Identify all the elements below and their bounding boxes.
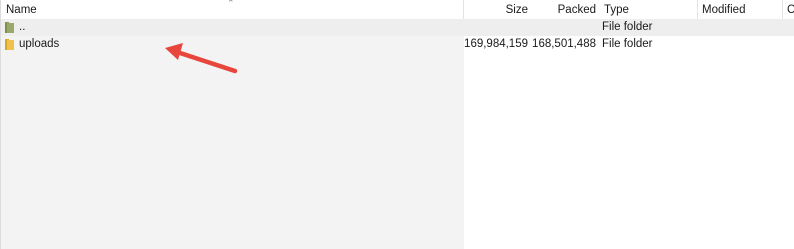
row-packed-cell: 168,501,488 (532, 38, 596, 50)
row-name-cell: uploads (5, 36, 460, 53)
column-header-bar: Name Size Packed Type Modified C ⌃ (1, 0, 794, 20)
sort-caret-up-icon: ⌃ (227, 0, 235, 8)
row-size-cell (464, 19, 528, 36)
column-header-size[interactable]: Size (464, 0, 532, 19)
column-header-type[interactable]: Type (600, 0, 698, 19)
row-name-cell: .. (5, 19, 460, 36)
column-header-modified[interactable]: Modified (698, 0, 783, 19)
table-row-uploads[interactable]: uploads 169,984,159 168,501,488 File fol… (1, 36, 794, 53)
table-row-parent-directory[interactable]: .. File folder (1, 19, 794, 36)
column-header-created[interactable]: C (783, 0, 794, 19)
archive-file-list: Name Size Packed Type Modified C ⌃ .. Fi… (0, 0, 794, 249)
column-header-packed[interactable]: Packed (532, 0, 600, 19)
row-name-label: uploads (19, 38, 60, 50)
row-packed-cell (532, 19, 596, 36)
row-type-cell: File folder (602, 21, 653, 33)
row-size-cell: 169,984,159 (464, 38, 528, 50)
folder-icon (5, 39, 15, 50)
row-name-label: .. (19, 21, 26, 33)
parent-folder-icon (5, 22, 15, 33)
name-column-background (1, 20, 464, 249)
row-type-cell: File folder (602, 38, 653, 50)
